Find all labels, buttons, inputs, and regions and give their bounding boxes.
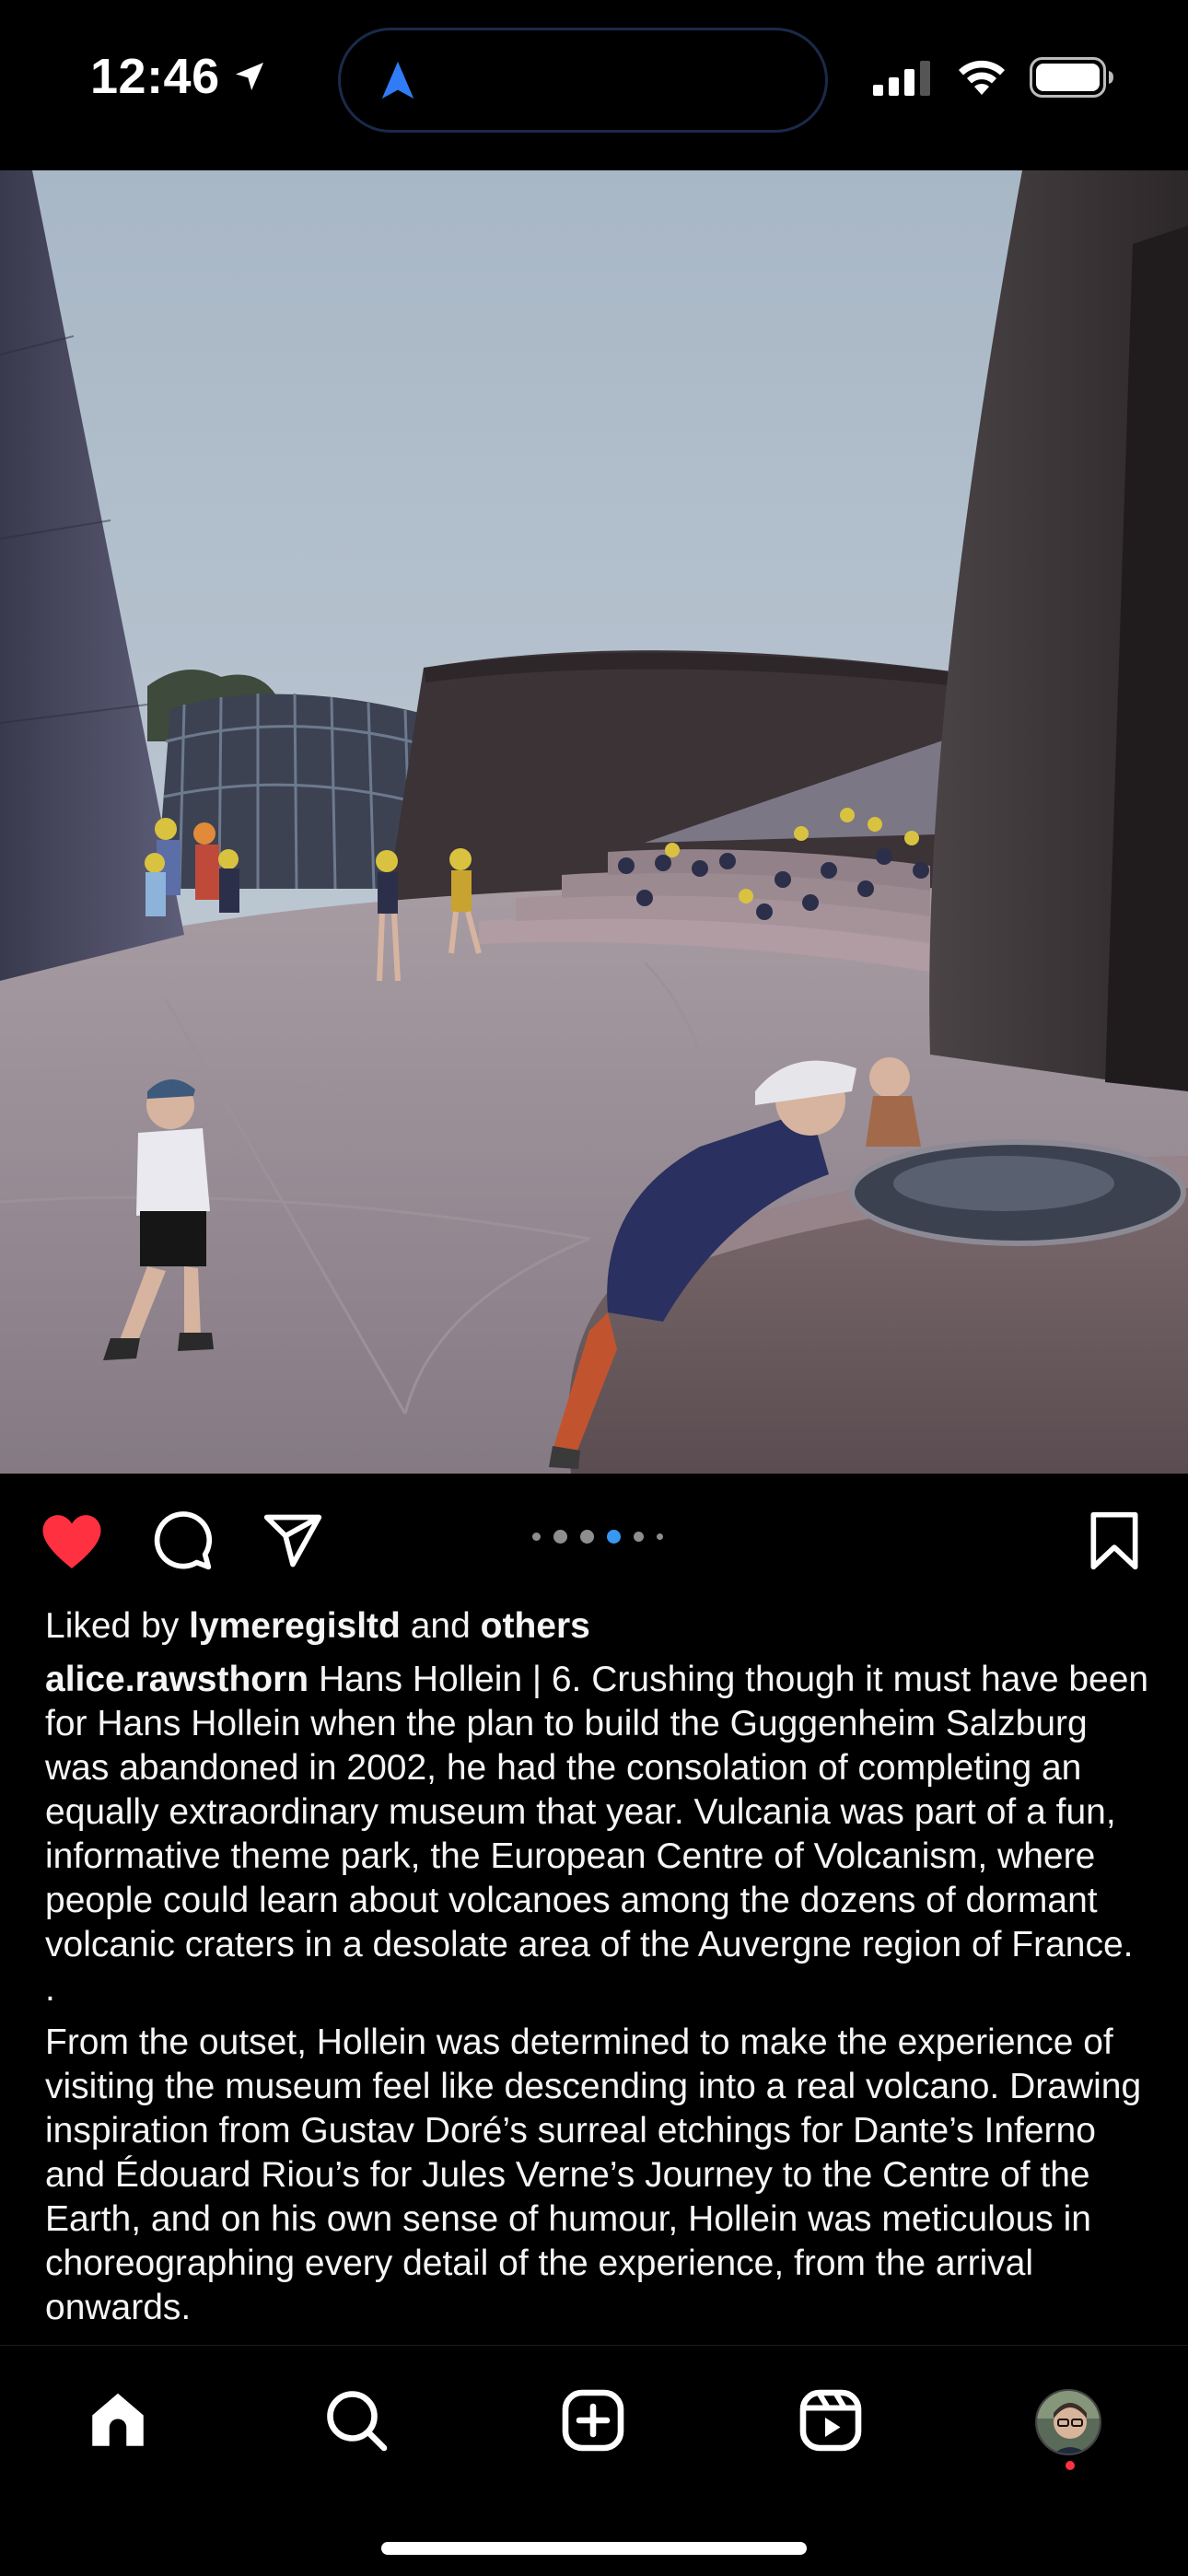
comment-icon	[151, 1509, 214, 1577]
caption-paragraph-2: From the outset, Hollein was determined …	[45, 2022, 1142, 2327]
search-icon	[323, 2387, 390, 2458]
plus-square-icon	[560, 2387, 626, 2458]
carousel-dot	[580, 1530, 594, 1544]
post-caption: alice.rawsthorn Hans Hollein | 6. Crushi…	[45, 1658, 1150, 2330]
liked-by-username[interactable]: lymeregisltd	[189, 1606, 401, 1646]
tab-home[interactable]	[76, 2381, 159, 2464]
reels-icon	[798, 2387, 864, 2458]
battery-icon	[1030, 57, 1114, 98]
dynamic-island[interactable]	[338, 28, 828, 133]
status-bar: 12:46	[0, 0, 1188, 161]
comment-button[interactable]	[146, 1506, 219, 1579]
carousel-dot	[553, 1530, 567, 1544]
carousel-dot	[657, 1533, 663, 1540]
post-image[interactable]	[0, 170, 1188, 1474]
avatar	[1035, 2389, 1101, 2455]
post-actions	[0, 1506, 1188, 1589]
carousel-dot	[532, 1533, 541, 1541]
share-icon	[262, 1509, 324, 1577]
heart-icon	[39, 1511, 105, 1575]
carousel-dot	[634, 1532, 644, 1542]
likes-others-link[interactable]: others	[481, 1606, 590, 1646]
navigation-arrow-icon	[379, 60, 416, 107]
cellular-signal-icon	[873, 59, 934, 96]
home-indicator[interactable]	[381, 2542, 807, 2555]
post-photo	[0, 170, 1188, 1474]
carousel-dot-active	[607, 1530, 621, 1544]
bookmark-icon	[1087, 1509, 1142, 1577]
caption-paragraph-1: Hans Hollein | 6. Crushing though it mus…	[45, 1660, 1149, 1964]
like-button[interactable]	[35, 1506, 109, 1579]
profile-notification-dot	[1066, 2461, 1075, 2470]
tab-search[interactable]	[315, 2381, 398, 2464]
status-time: 12:46	[90, 49, 220, 104]
share-button[interactable]	[256, 1506, 330, 1579]
carousel-indicator	[532, 1530, 663, 1544]
status-indicators	[873, 57, 1114, 98]
likes-summary[interactable]: Liked by lymeregisltd and others	[45, 1604, 1150, 1649]
save-button[interactable]	[1077, 1506, 1151, 1579]
caption-username[interactable]: alice.rawsthorn	[45, 1660, 309, 1699]
likes-joiner: and	[410, 1606, 471, 1646]
tab-create[interactable]	[552, 2381, 635, 2464]
tab-reels[interactable]	[789, 2381, 872, 2464]
status-time-group: 12:46	[90, 48, 268, 105]
wifi-icon	[956, 58, 1007, 97]
likes-prefix: Liked by	[45, 1606, 180, 1646]
tab-profile[interactable]	[1027, 2381, 1110, 2464]
home-icon	[84, 2386, 152, 2459]
post-details: Liked by lymeregisltd and others alice.r…	[45, 1604, 1150, 2341]
location-arrow-icon	[231, 58, 268, 95]
caption-separator: .	[45, 1969, 55, 2009]
